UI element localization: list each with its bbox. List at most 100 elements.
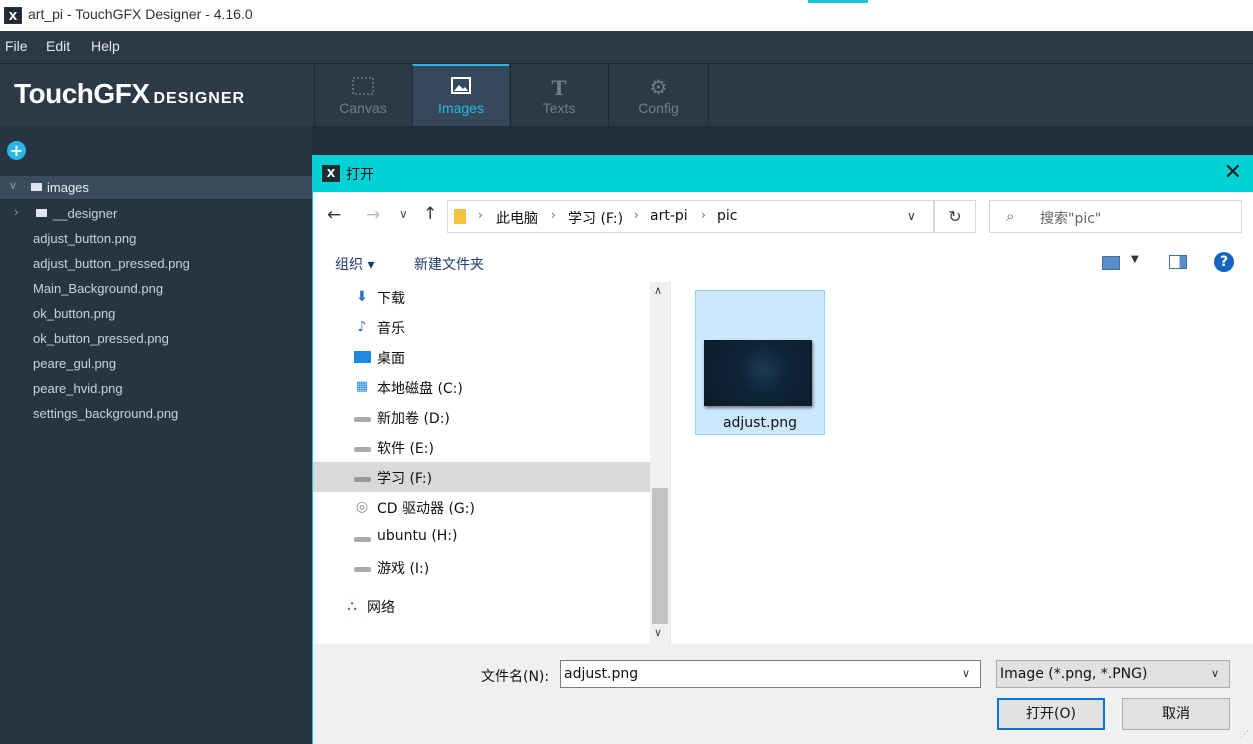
organize-menu[interactable]: 组织 ▾ <box>335 254 374 274</box>
breadcrumb-this-pc[interactable]: 此电脑 <box>496 208 538 228</box>
file-item-selected[interactable]: adjust.png <box>695 290 825 435</box>
up-icon[interactable]: ↑ <box>423 204 437 224</box>
help-icon[interactable]: ? <box>1214 252 1234 272</box>
nav-item-drive-i[interactable]: 游戏 (I:) <box>313 552 650 582</box>
address-bar[interactable]: › 此电脑 › 学习 (F:) › art-pi › pic ∨ <box>447 200 934 233</box>
gear-icon: ⚙ <box>649 77 668 99</box>
tree-file[interactable]: peare_hvid.png <box>33 381 123 396</box>
tab-config[interactable]: ⚙ Config <box>608 64 709 126</box>
tab-texts-label: Texts <box>542 100 576 116</box>
tab-canvas[interactable]: Canvas <box>314 64 411 126</box>
nav-item-network[interactable]: ⛬ 网络 <box>313 591 650 621</box>
nav-item-label: 新加卷 (D:) <box>377 411 450 427</box>
breadcrumb-art-pi[interactable]: art-pi <box>650 208 688 224</box>
close-icon[interactable]: ✕ <box>1224 160 1242 185</box>
text-icon: T <box>551 76 567 100</box>
nav-item-drive-h[interactable]: ubuntu (H:) <box>313 522 650 552</box>
nav-item-label: 桌面 <box>377 351 405 367</box>
chevron-down-icon[interactable]: ∨ <box>962 667 970 680</box>
tab-images[interactable]: Images <box>412 64 509 126</box>
file-list: adjust.png <box>670 282 1253 644</box>
nav-pane-scrollbar[interactable]: ∧ ∨ <box>650 282 670 644</box>
chevron-right-icon: › <box>478 208 483 222</box>
nav-item-drive-e[interactable]: 软件 (E:) <box>313 432 650 462</box>
drive-icon <box>353 408 371 426</box>
image-icon <box>413 76 509 100</box>
nav-item-drive-f[interactable]: 学习 (F:) <box>313 462 650 492</box>
filename-label: 文件名(N): <box>481 669 550 685</box>
view-icon[interactable] <box>1102 256 1120 270</box>
forward-icon[interactable]: → <box>366 205 380 225</box>
chevron-down-icon[interactable]: ∨ <box>907 209 916 223</box>
new-folder-button[interactable]: 新建文件夹 <box>414 254 484 274</box>
tree-file[interactable]: ok_button.png <box>33 306 115 321</box>
image-thumbnail <box>704 340 812 406</box>
menu-bar: File Edit Help <box>0 31 1253 63</box>
nav-item-label: ubuntu (H:) <box>377 528 458 544</box>
chevron-down-icon[interactable]: ▼ <box>1131 254 1139 265</box>
tree-folder-designer[interactable]: › __designer <box>0 201 312 225</box>
tree-file[interactable]: adjust_button.png <box>33 231 136 246</box>
back-icon[interactable]: ← <box>327 205 341 225</box>
app-icon: X <box>322 165 340 182</box>
canvas-icon <box>315 76 411 100</box>
drive-icon <box>353 468 371 486</box>
tree-file[interactable]: settings_background.png <box>33 406 178 421</box>
tree-file[interactable]: adjust_button_pressed.png <box>33 256 190 271</box>
logo-sub: DESIGNER <box>153 90 246 107</box>
logo-main: TouchGFX <box>14 78 150 109</box>
tree-folder-label: __designer <box>53 206 118 221</box>
app-header: TouchGFX DESIGNER Canvas Images T Texts ⚙… <box>0 63 1253 126</box>
open-file-dialog: X 打开 ✕ ← → ∨ ↑ › 此电脑 › 学习 (F:) › art-pi … <box>312 155 1253 744</box>
tab-images-label: Images <box>438 100 484 116</box>
scrollbar-thumb[interactable] <box>652 488 668 624</box>
tree-file[interactable]: ok_button_pressed.png <box>33 331 169 346</box>
nav-item-music[interactable]: ♪ 音乐 <box>313 312 650 342</box>
filename-input[interactable]: adjust.png <box>564 666 638 682</box>
preview-pane-icon[interactable] <box>1169 255 1187 269</box>
scroll-down-icon[interactable]: ∨ <box>654 626 662 639</box>
nav-item-label: 本地磁盘 (C:) <box>377 381 463 397</box>
touchgfx-logo: TouchGFX DESIGNER <box>14 78 245 110</box>
search-field[interactable]: ⌕ 搜索"pic" <box>989 200 1242 233</box>
file-type-value: Image (*.png, *.PNG) <box>1000 666 1148 682</box>
navigation-pane: ⬇ 下载 ♪ 音乐 桌面 ▦ 本地磁盘 (C:) 新加卷 (D:) 软件 (E:… <box>313 282 650 644</box>
recent-locations-icon[interactable]: ∨ <box>399 207 408 221</box>
app-icon: X <box>4 7 22 24</box>
menu-edit[interactable]: Edit <box>46 38 70 54</box>
dialog-title-bar: X 打开 ✕ <box>313 155 1253 192</box>
tree-root-label: images <box>47 180 89 195</box>
cd-drive-icon: ◎ <box>355 499 369 515</box>
menu-help[interactable]: Help <box>91 38 120 54</box>
breadcrumb-drive[interactable]: 学习 (F:) <box>568 208 623 228</box>
folder-icon <box>454 209 466 224</box>
menu-file[interactable]: File <box>5 38 28 54</box>
refresh-icon[interactable]: ↻ <box>934 200 976 233</box>
add-image-button[interactable]: + <box>7 141 26 160</box>
nav-item-drive-c[interactable]: ▦ 本地磁盘 (C:) <box>313 372 650 402</box>
resize-grip-icon[interactable]: ⋰ <box>1240 730 1249 740</box>
nav-item-desktop[interactable]: 桌面 <box>313 342 650 372</box>
scroll-up-icon[interactable]: ∧ <box>654 284 662 297</box>
nav-item-downloads[interactable]: ⬇ 下载 <box>313 282 650 312</box>
chevron-down-icon[interactable]: ∨ <box>1211 667 1219 680</box>
tree-root-images[interactable]: ∨ images <box>0 176 312 199</box>
file-type-select[interactable]: Image (*.png, *.PNG) ∨ <box>996 660 1230 688</box>
download-icon: ⬇ <box>356 289 368 305</box>
nav-item-drive-d[interactable]: 新加卷 (D:) <box>313 402 650 432</box>
nav-item-label: 网络 <box>367 600 395 616</box>
tree-file[interactable]: peare_gul.png <box>33 356 116 371</box>
dialog-toolbar: 组织 ▾ 新建文件夹 ▼ ? <box>313 242 1253 283</box>
cancel-button[interactable]: 取消 <box>1122 698 1230 730</box>
windows-drive-icon: ▦ <box>355 379 369 394</box>
file-item-name: adjust.png <box>722 415 798 431</box>
search-placeholder: 搜索"pic" <box>1040 211 1102 227</box>
chevron-down-icon: ∨ <box>9 180 18 192</box>
nav-item-drive-g[interactable]: ◎ CD 驱动器 (G:) <box>313 492 650 522</box>
breadcrumb-pic[interactable]: pic <box>717 208 737 224</box>
tab-texts[interactable]: T Texts <box>510 64 607 126</box>
open-button[interactable]: 打开(O) <box>997 698 1105 730</box>
title-accent <box>808 0 868 3</box>
filename-combo[interactable]: adjust.png ∨ <box>560 660 981 688</box>
tree-file[interactable]: Main_Background.png <box>33 281 163 296</box>
